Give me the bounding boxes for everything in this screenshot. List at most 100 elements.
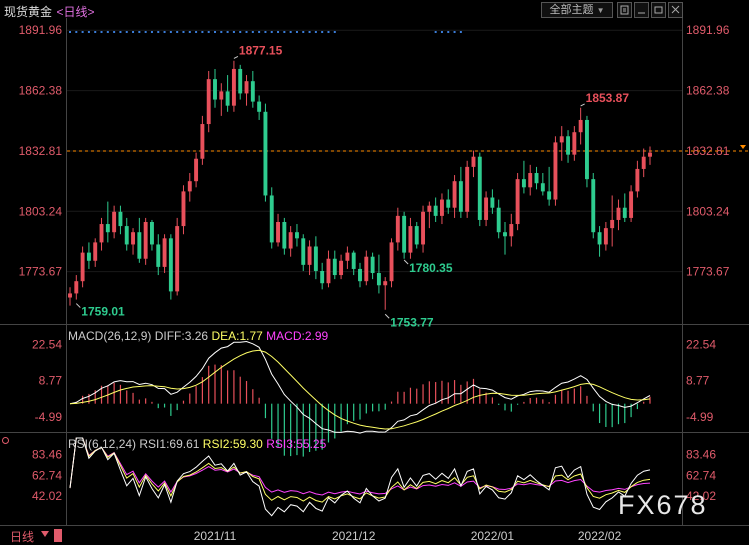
rsi-expand-icon[interactable] bbox=[2, 437, 9, 444]
candle-body bbox=[629, 191, 634, 218]
candle-up bbox=[635, 160, 640, 198]
candle-up bbox=[307, 240, 312, 276]
candle-body bbox=[351, 252, 356, 269]
candle-body bbox=[610, 219, 615, 229]
dif-value: 3.26 bbox=[184, 329, 209, 343]
candle-body bbox=[540, 183, 545, 192]
annotation-pointer bbox=[580, 103, 585, 107]
candle-down bbox=[86, 242, 91, 269]
signal-dot bbox=[289, 31, 292, 33]
signal-dot bbox=[270, 31, 273, 33]
candle-body bbox=[452, 181, 457, 208]
candle-body bbox=[345, 252, 350, 261]
candle-body bbox=[105, 224, 110, 233]
signal-dot bbox=[327, 31, 330, 33]
rsi1-value: 69.61 bbox=[169, 437, 200, 451]
candle-down bbox=[238, 64, 243, 100]
candle-body bbox=[440, 199, 444, 216]
rsi2-value: 59.30 bbox=[232, 437, 263, 451]
candle-body bbox=[74, 281, 79, 294]
candle-up bbox=[194, 152, 199, 188]
candle-body bbox=[213, 79, 217, 100]
signal-dot bbox=[81, 31, 84, 33]
candle-body bbox=[137, 232, 142, 259]
signal-dot bbox=[169, 31, 172, 33]
annotation-pointer bbox=[75, 303, 81, 308]
signal-dot bbox=[87, 31, 90, 33]
candle-down bbox=[540, 173, 545, 196]
candle-body bbox=[231, 68, 236, 106]
signal-dot bbox=[277, 31, 280, 33]
candle-body bbox=[603, 228, 608, 245]
candle-body bbox=[446, 199, 451, 208]
chart-settings-icon[interactable] bbox=[617, 2, 632, 18]
candle-body bbox=[156, 244, 161, 267]
candle-body bbox=[320, 270, 325, 284]
candle-down bbox=[282, 217, 287, 255]
macd-tick-left: 22.54 bbox=[32, 337, 62, 351]
candle-body bbox=[471, 156, 476, 167]
candle-body bbox=[295, 232, 299, 239]
candle-up bbox=[175, 217, 180, 296]
macd-tick-left: 8.77 bbox=[39, 374, 63, 388]
candle-up bbox=[427, 201, 432, 229]
candle-body bbox=[263, 111, 268, 196]
period-selector[interactable]: <日线> bbox=[56, 5, 94, 19]
candle-up bbox=[408, 217, 413, 259]
signal-dot bbox=[258, 31, 261, 33]
candle-body bbox=[528, 173, 533, 188]
candle-down bbox=[490, 189, 495, 214]
footer-scroll-strip[interactable] bbox=[54, 529, 62, 542]
rsi-legend: RSI(6,12,24) RSI1:69.61 RSI2:59.30 RSI3:… bbox=[68, 437, 327, 451]
restore-icon[interactable] bbox=[651, 2, 666, 18]
candle-body bbox=[332, 258, 337, 276]
candle-up bbox=[80, 246, 85, 288]
candle-down bbox=[414, 222, 419, 249]
signal-dot bbox=[264, 31, 267, 33]
candle-up bbox=[603, 222, 608, 251]
footer-triangle-icon[interactable] bbox=[41, 531, 49, 537]
candle-down bbox=[566, 130, 570, 163]
candle-up bbox=[339, 254, 344, 280]
price-tick-right: 1803.24 bbox=[686, 204, 730, 218]
candle-body bbox=[509, 224, 514, 237]
footer-period-label[interactable]: 日线 bbox=[10, 528, 34, 545]
annotation-pointer bbox=[233, 56, 239, 59]
candle-up bbox=[200, 115, 205, 165]
candle-down bbox=[225, 75, 230, 112]
last-price-marker-icon bbox=[740, 144, 746, 149]
theme-select-button[interactable]: 全部主题 ▼ bbox=[541, 2, 613, 18]
signal-dot bbox=[459, 31, 462, 33]
rsi-tick-left: 83.46 bbox=[32, 448, 62, 462]
candle-down bbox=[477, 152, 482, 227]
candle-body bbox=[465, 166, 470, 212]
candle-down bbox=[591, 173, 596, 239]
signal-dot bbox=[207, 31, 210, 33]
close-icon[interactable] bbox=[668, 2, 683, 18]
candle-body bbox=[68, 293, 72, 298]
candle-down bbox=[503, 222, 507, 255]
candle-body bbox=[534, 173, 539, 184]
rsi-tick-left: 42.02 bbox=[32, 489, 62, 503]
candle-up bbox=[131, 228, 135, 255]
signal-dot bbox=[226, 31, 229, 33]
chart-header: 现货黄金 <日线> bbox=[4, 3, 95, 19]
candle-body bbox=[427, 205, 432, 212]
candle-up bbox=[559, 126, 564, 161]
candle-body bbox=[358, 268, 362, 282]
date-tick-label: 2022/01 bbox=[471, 529, 515, 543]
signal-dot bbox=[113, 31, 116, 33]
signal-dot bbox=[195, 31, 198, 33]
candle-body bbox=[585, 119, 589, 180]
signal-dot bbox=[157, 31, 160, 33]
low-annotation: 1753.77 bbox=[390, 315, 434, 329]
candle-body bbox=[238, 68, 243, 94]
minimize-icon[interactable] bbox=[634, 2, 649, 18]
signal-dot bbox=[302, 31, 305, 33]
candle-body bbox=[635, 168, 640, 192]
candle-body bbox=[80, 252, 85, 282]
candle-down bbox=[585, 115, 589, 188]
candle-body bbox=[282, 222, 287, 249]
theme-button-label: 全部主题 bbox=[549, 4, 594, 16]
candle-body bbox=[648, 152, 652, 157]
